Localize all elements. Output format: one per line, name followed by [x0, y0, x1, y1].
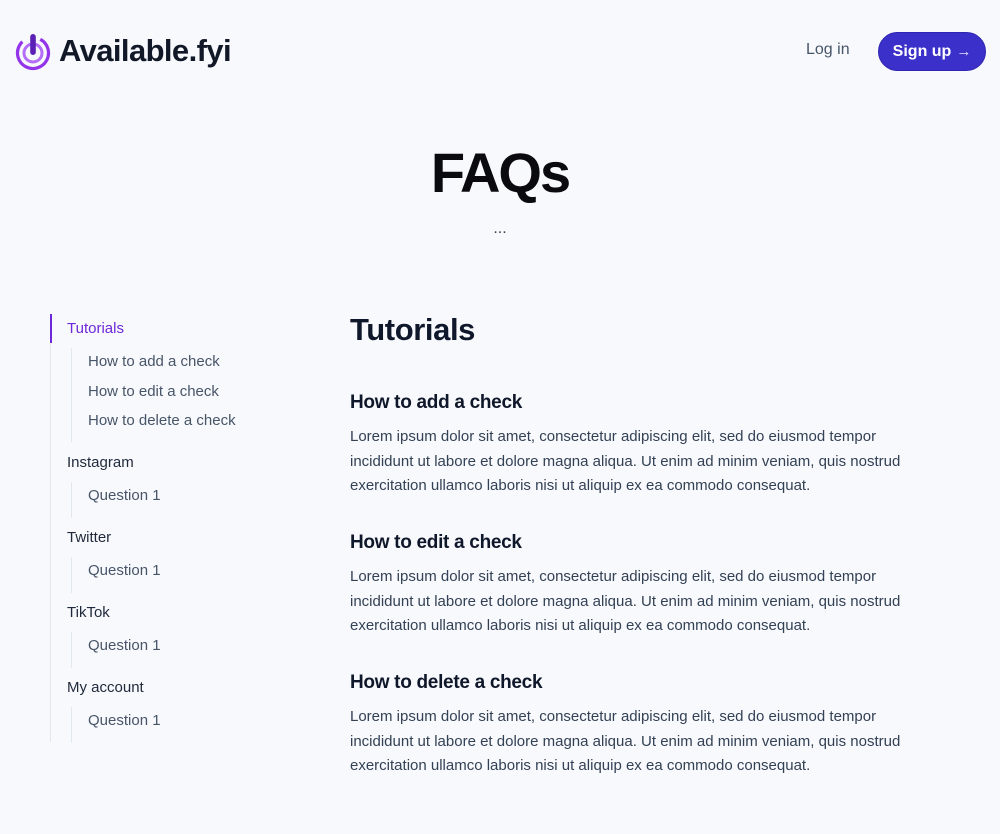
sidebar-item-tutorials[interactable]: Tutorials: [67, 320, 124, 337]
brand-name: Available.fyi: [59, 33, 232, 68]
sidebar-group-tiktok: TikTok: [67, 604, 110, 621]
sidebar-group-my-account: My account: [67, 679, 144, 696]
signup-button[interactable]: Sign up →: [878, 32, 986, 71]
brand-logo-icon: [15, 31, 51, 71]
sidebar-item-twitter[interactable]: Twitter: [67, 529, 111, 546]
login-link[interactable]: Log in: [806, 41, 850, 59]
active-indicator: [50, 314, 52, 343]
sidebar-subnav-tiktok: Question 1: [71, 632, 161, 668]
faq-answer: Lorem ipsum dolor sit amet, consectetur …: [350, 708, 901, 774]
faq-question-title: How to edit a check: [350, 532, 522, 553]
sidebar-group-tutorials: Tutorials: [67, 320, 124, 337]
sidebar-group-instagram: Instagram: [67, 454, 134, 471]
sidebar-item-tiktok[interactable]: TikTok: [67, 604, 110, 621]
sidebar-item-instagram-question-1[interactable]: Question 1: [88, 487, 161, 504]
signup-label: Sign up: [892, 42, 952, 60]
sidebar-item-edit-check[interactable]: How to edit a check: [88, 383, 219, 400]
faq-sidebar-nav: Tutorials How to add a check How to edit…: [50, 314, 310, 743]
faq-answer: Lorem ipsum dolor sit amet, consectetur …: [350, 568, 901, 634]
sidebar-item-my-account[interactable]: My account: [67, 679, 144, 696]
sidebar-item-delete-check[interactable]: How to delete a check: [88, 412, 236, 429]
brand-logo-link[interactable]: Available.fyi: [15, 30, 232, 72]
sidebar-subnav-instagram: Question 1: [71, 482, 161, 518]
sidebar-item-twitter-question-1[interactable]: Question 1: [88, 562, 161, 579]
arrow-right-icon: →: [956, 43, 972, 60]
sidebar-subnav-my-account: Question 1: [71, 707, 161, 743]
sidebar-subnav-twitter: Question 1: [71, 557, 161, 593]
faq-answer: Lorem ipsum dolor sit amet, consectetur …: [350, 428, 901, 494]
sidebar-item-instagram[interactable]: Instagram: [67, 454, 134, 471]
faq-question-title: How to delete a check: [350, 672, 543, 693]
section-title: Tutorials: [350, 312, 476, 347]
sidebar-item-add-check[interactable]: How to add a check: [88, 353, 220, 370]
sidebar-item-my-account-question-1[interactable]: Question 1: [88, 712, 161, 729]
page-title: FAQs: [430, 141, 571, 204]
sidebar-item-tiktok-question-1[interactable]: Question 1: [88, 637, 161, 654]
site-header: Available.fyi Log in Sign up →: [0, 0, 1000, 100]
sidebar-subnav-tutorials: How to add a check How to edit a check H…: [71, 348, 236, 442]
faq-question-title: How to add a check: [350, 392, 522, 413]
sidebar-group-twitter: Twitter: [67, 529, 111, 546]
page-subtitle: ...: [493, 220, 507, 237]
